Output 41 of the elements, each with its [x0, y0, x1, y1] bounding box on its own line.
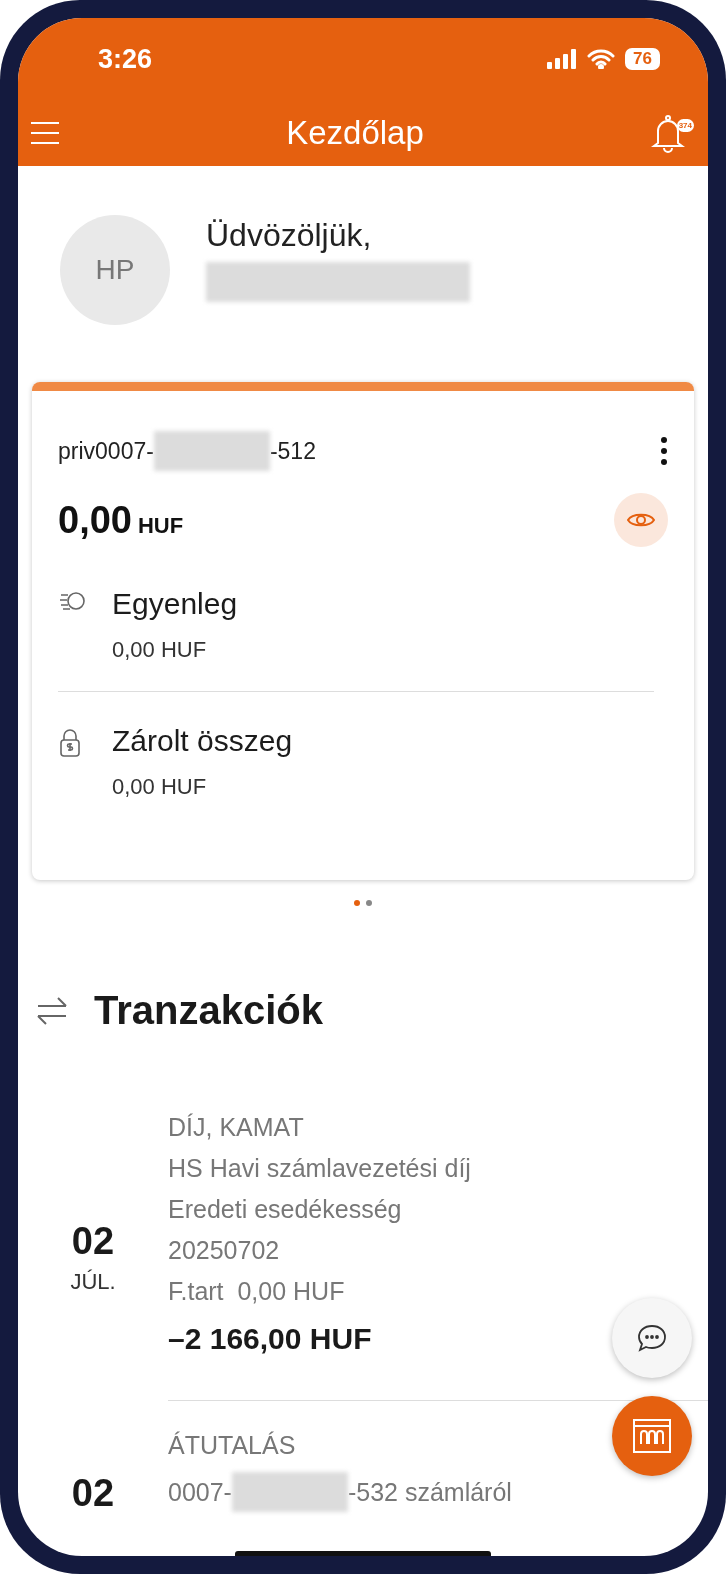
account-number-suffix: -532 számláról — [347, 1477, 512, 1507]
battery-indicator: 76 — [625, 48, 660, 70]
account-number-prefix: priv0007- — [58, 437, 154, 465]
transaction-detail: ÁTUTALÁS — [168, 1431, 296, 1460]
menu-icon[interactable] — [30, 119, 60, 146]
transaction-detail: HS Havi számlavezetési díj — [168, 1154, 471, 1183]
account-number-prefix: 0007- — [168, 1477, 232, 1507]
account-number-suffix: -512 — [269, 437, 316, 465]
balance-value: 0,00 HUF — [112, 637, 208, 663]
pager-dot[interactable] — [366, 900, 372, 906]
account-balance: 0,00 HUF — [58, 498, 184, 542]
status-time: 3:26 — [98, 43, 153, 75]
balance-label: Egyenleg — [112, 587, 238, 621]
transaction-day: 02 — [71, 1472, 115, 1515]
section-title: Tranzakciók — [94, 988, 323, 1033]
transaction-month: JÚL. — [70, 1268, 116, 1295]
more-options-icon[interactable] — [660, 436, 668, 466]
notification-badge: 374 — [676, 118, 694, 132]
coins-icon — [58, 591, 86, 613]
chat-button[interactable] — [612, 1298, 692, 1378]
padlock-icon — [58, 728, 82, 758]
transaction-detail: Eredeti esedékesség — [168, 1195, 402, 1224]
balance-value: 0,00 HUF — [112, 774, 208, 800]
greeting-text: Üdvözöljük, — [206, 217, 373, 255]
avatar: HP — [60, 214, 170, 325]
eye-icon — [627, 511, 655, 529]
atm-button[interactable] — [612, 1396, 692, 1476]
wifi-icon — [587, 49, 616, 69]
transaction-detail: F.tart 0,00 HUF — [168, 1277, 345, 1306]
transfer-arrows-icon — [36, 995, 68, 1026]
transaction-day: 02 — [71, 1219, 115, 1263]
transaction-amount: –2 166,00 HUF — [168, 1322, 372, 1356]
balance-label: Zárolt összeg — [112, 724, 293, 758]
chat-bubble-icon — [637, 1324, 667, 1352]
atm-icon — [632, 1418, 672, 1454]
page-title: Kezdőlap — [286, 113, 424, 152]
transaction-detail: 20250702 — [168, 1236, 280, 1265]
transaction-detail: DÍJ, KAMAT — [168, 1113, 304, 1142]
signal-icon — [547, 49, 578, 69]
pager-dot[interactable] — [354, 900, 360, 906]
show-balance-button[interactable] — [614, 493, 668, 547]
